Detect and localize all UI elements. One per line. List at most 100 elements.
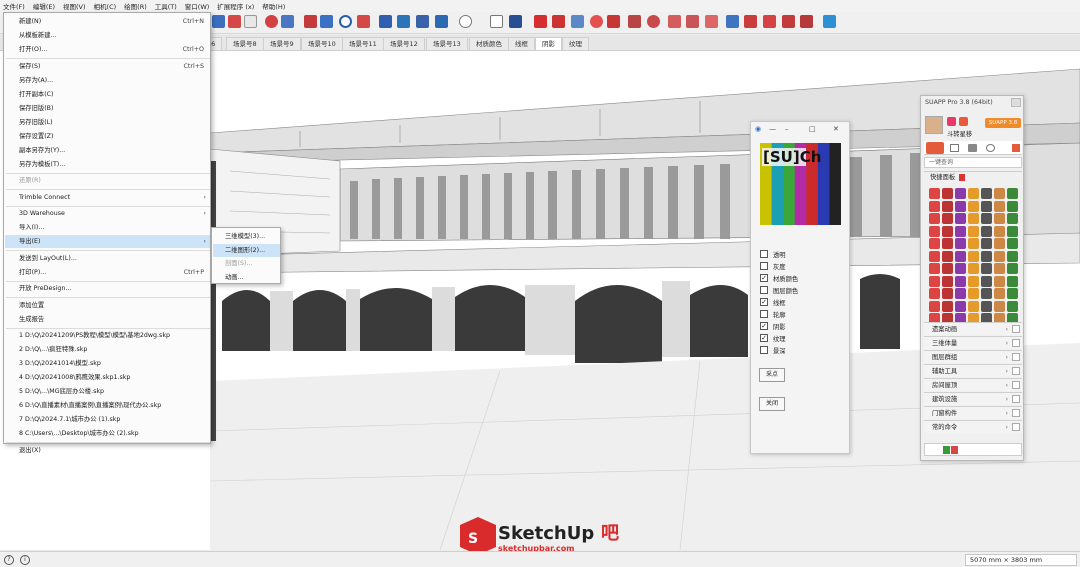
file-menu-item[interactable]: 保存旧版(B) xyxy=(5,102,210,115)
file-menu-item[interactable]: 打开(O)... Ctrl+O xyxy=(5,43,210,56)
search-icon[interactable] xyxy=(986,144,995,152)
tool-icon[interactable] xyxy=(929,225,940,237)
tool-icon[interactable] xyxy=(955,188,966,199)
menu-help[interactable]: 帮助(H) xyxy=(262,1,285,11)
profile-icon[interactable] xyxy=(509,15,522,28)
option-checkbox[interactable]: ✓ 纹理 xyxy=(760,333,786,343)
tool-icon[interactable] xyxy=(968,238,979,249)
tool-icon[interactable] xyxy=(1007,300,1018,312)
tool-icon[interactable] xyxy=(981,275,992,287)
file-menu-item[interactable]: 3 D:\Q\20241014\模型.skp xyxy=(5,357,210,370)
tool-icon[interactable] xyxy=(968,263,979,274)
expand-icon[interactable] xyxy=(1012,381,1020,389)
file-menu-item[interactable]: 打印(P)... Ctrl+P xyxy=(5,266,210,279)
tool-icon[interactable] xyxy=(1007,263,1018,274)
tool-icon[interactable] xyxy=(1007,188,1018,199)
tab-shadow[interactable]: 阴影 xyxy=(535,37,562,50)
option-checkbox[interactable]: 灰度 xyxy=(760,261,786,271)
file-menu-item[interactable]: 3D Warehouse › xyxy=(5,207,210,220)
checkbox[interactable]: ✓ xyxy=(760,298,768,306)
file-menu-item[interactable]: 发送到 LayOut(L)... xyxy=(5,252,210,265)
file-menu-item[interactable]: 5 D:\Q\...\MG底层办公楼.skp xyxy=(5,385,210,398)
file-menu-item[interactable]: 8 C:\Users\...\Desktop\城市办公 (2).skp xyxy=(5,427,210,440)
su-icon[interactable] xyxy=(534,15,547,28)
file-menu-item[interactable]: 6 D:\Q\直播素材\直播案例\直播案例\现代办公.skp xyxy=(5,399,210,412)
tool-icon[interactable] xyxy=(994,188,1005,199)
material-strip[interactable] xyxy=(924,443,1022,456)
category-row[interactable]: 常的命令 › xyxy=(924,420,1022,433)
tab-scene-13[interactable]: 场景号13 xyxy=(426,37,468,50)
file-menu-item[interactable]: 退出(X) xyxy=(5,444,210,457)
link-icon[interactable] xyxy=(628,15,641,28)
file-menu-item[interactable]: 另存为(A)... xyxy=(5,74,210,87)
tool-icon[interactable] xyxy=(942,300,953,312)
category-row[interactable]: 建筑设施 › xyxy=(924,392,1022,405)
tool-icon[interactable] xyxy=(942,238,953,249)
checkbox[interactable]: ✓ xyxy=(760,274,768,282)
option-checkbox[interactable]: 透明 xyxy=(760,249,786,259)
tool-icon[interactable] xyxy=(968,200,979,212)
file-menu-item[interactable]: 7 D:\Q\2024.7.1\城市办公 (1).skp xyxy=(5,413,210,426)
tool-icon[interactable] xyxy=(981,250,992,262)
rotate-icon[interactable] xyxy=(212,15,225,28)
tool-icon[interactable] xyxy=(968,213,979,224)
zoom-icon[interactable] xyxy=(339,15,352,28)
warning-icon[interactable] xyxy=(244,15,257,28)
tool-icon[interactable] xyxy=(968,275,979,287)
tool-icon[interactable] xyxy=(942,263,953,274)
file-menu-item[interactable]: 副本另存为(Y)... xyxy=(5,144,210,157)
option-checkbox[interactable]: ✓ 材质颜色 xyxy=(760,273,798,283)
tool-icon[interactable] xyxy=(1007,275,1018,287)
expand-icon[interactable] xyxy=(1012,423,1020,431)
tool-icon[interactable] xyxy=(929,263,940,274)
tool-icon[interactable] xyxy=(968,288,979,299)
checkbox[interactable] xyxy=(760,250,768,258)
tool-icon[interactable] xyxy=(981,300,992,312)
export-submenu-item[interactable]: 三维模型(3)... xyxy=(213,230,280,243)
file-menu-item[interactable]: Trimble Connect › xyxy=(5,191,210,204)
swirl-icon[interactable] xyxy=(607,15,620,28)
tool-icon[interactable] xyxy=(994,250,1005,262)
zoom-extents-icon[interactable] xyxy=(357,15,370,28)
menu-draw[interactable]: 绘图(R) xyxy=(124,1,147,11)
tool-icon[interactable] xyxy=(981,213,992,224)
menu-icon[interactable]: — xyxy=(769,125,776,133)
tool-icon[interactable] xyxy=(955,238,966,249)
tool-icon[interactable] xyxy=(1007,250,1018,262)
menu-icon[interactable] xyxy=(1012,144,1020,152)
category-row[interactable]: 门窗构件 › xyxy=(924,406,1022,419)
style-icon[interactable] xyxy=(397,15,410,28)
section-icon[interactable] xyxy=(265,15,278,28)
layer-icon[interactable] xyxy=(416,15,429,28)
quick-panel-header[interactable]: 快捷面板 xyxy=(924,171,1022,183)
file-menu-item[interactable]: 另存旧版(L) xyxy=(5,116,210,129)
tool-icon[interactable] xyxy=(981,288,992,299)
file-menu-item[interactable]: 2 D:\Q\...\疯狂特殊.skp xyxy=(5,343,210,356)
category-row[interactable]: 三维体量 › xyxy=(924,336,1022,349)
file-menu-item[interactable]: 从模板新建... xyxy=(5,29,210,42)
tool-icon[interactable] xyxy=(1007,288,1018,299)
tool-icon[interactable] xyxy=(968,225,979,237)
tool-icon[interactable] xyxy=(942,200,953,212)
tool-icon[interactable] xyxy=(1007,225,1018,237)
category-row[interactable]: 房间屋顶 › xyxy=(924,378,1022,391)
file-menu-item[interactable]: 保存(S) Ctrl+S xyxy=(5,60,210,73)
redo-icon[interactable] xyxy=(320,15,333,28)
tool-icon[interactable] xyxy=(981,238,992,249)
component-icon[interactable] xyxy=(379,15,392,28)
category-row[interactable]: 辅助工具 › xyxy=(924,364,1022,377)
diamond-icon[interactable] xyxy=(705,15,718,28)
menu-extensions[interactable]: 扩展程序 (x) xyxy=(217,1,254,11)
undo-icon[interactable] xyxy=(304,15,317,28)
file-menu-item[interactable]: 还原(R) xyxy=(5,174,210,187)
tool-icon[interactable] xyxy=(955,300,966,312)
tool-icon[interactable] xyxy=(955,288,966,299)
checkbox[interactable]: ✓ xyxy=(760,322,768,330)
ruler-icon[interactable] xyxy=(668,15,681,28)
tool-icon[interactable] xyxy=(1007,238,1018,249)
box4-icon[interactable] xyxy=(782,15,795,28)
tool-icon[interactable] xyxy=(1007,200,1018,212)
tool-icon[interactable] xyxy=(929,213,940,224)
question-icon[interactable]: ? xyxy=(4,555,14,565)
close-icon[interactable]: ✕ xyxy=(833,125,839,133)
